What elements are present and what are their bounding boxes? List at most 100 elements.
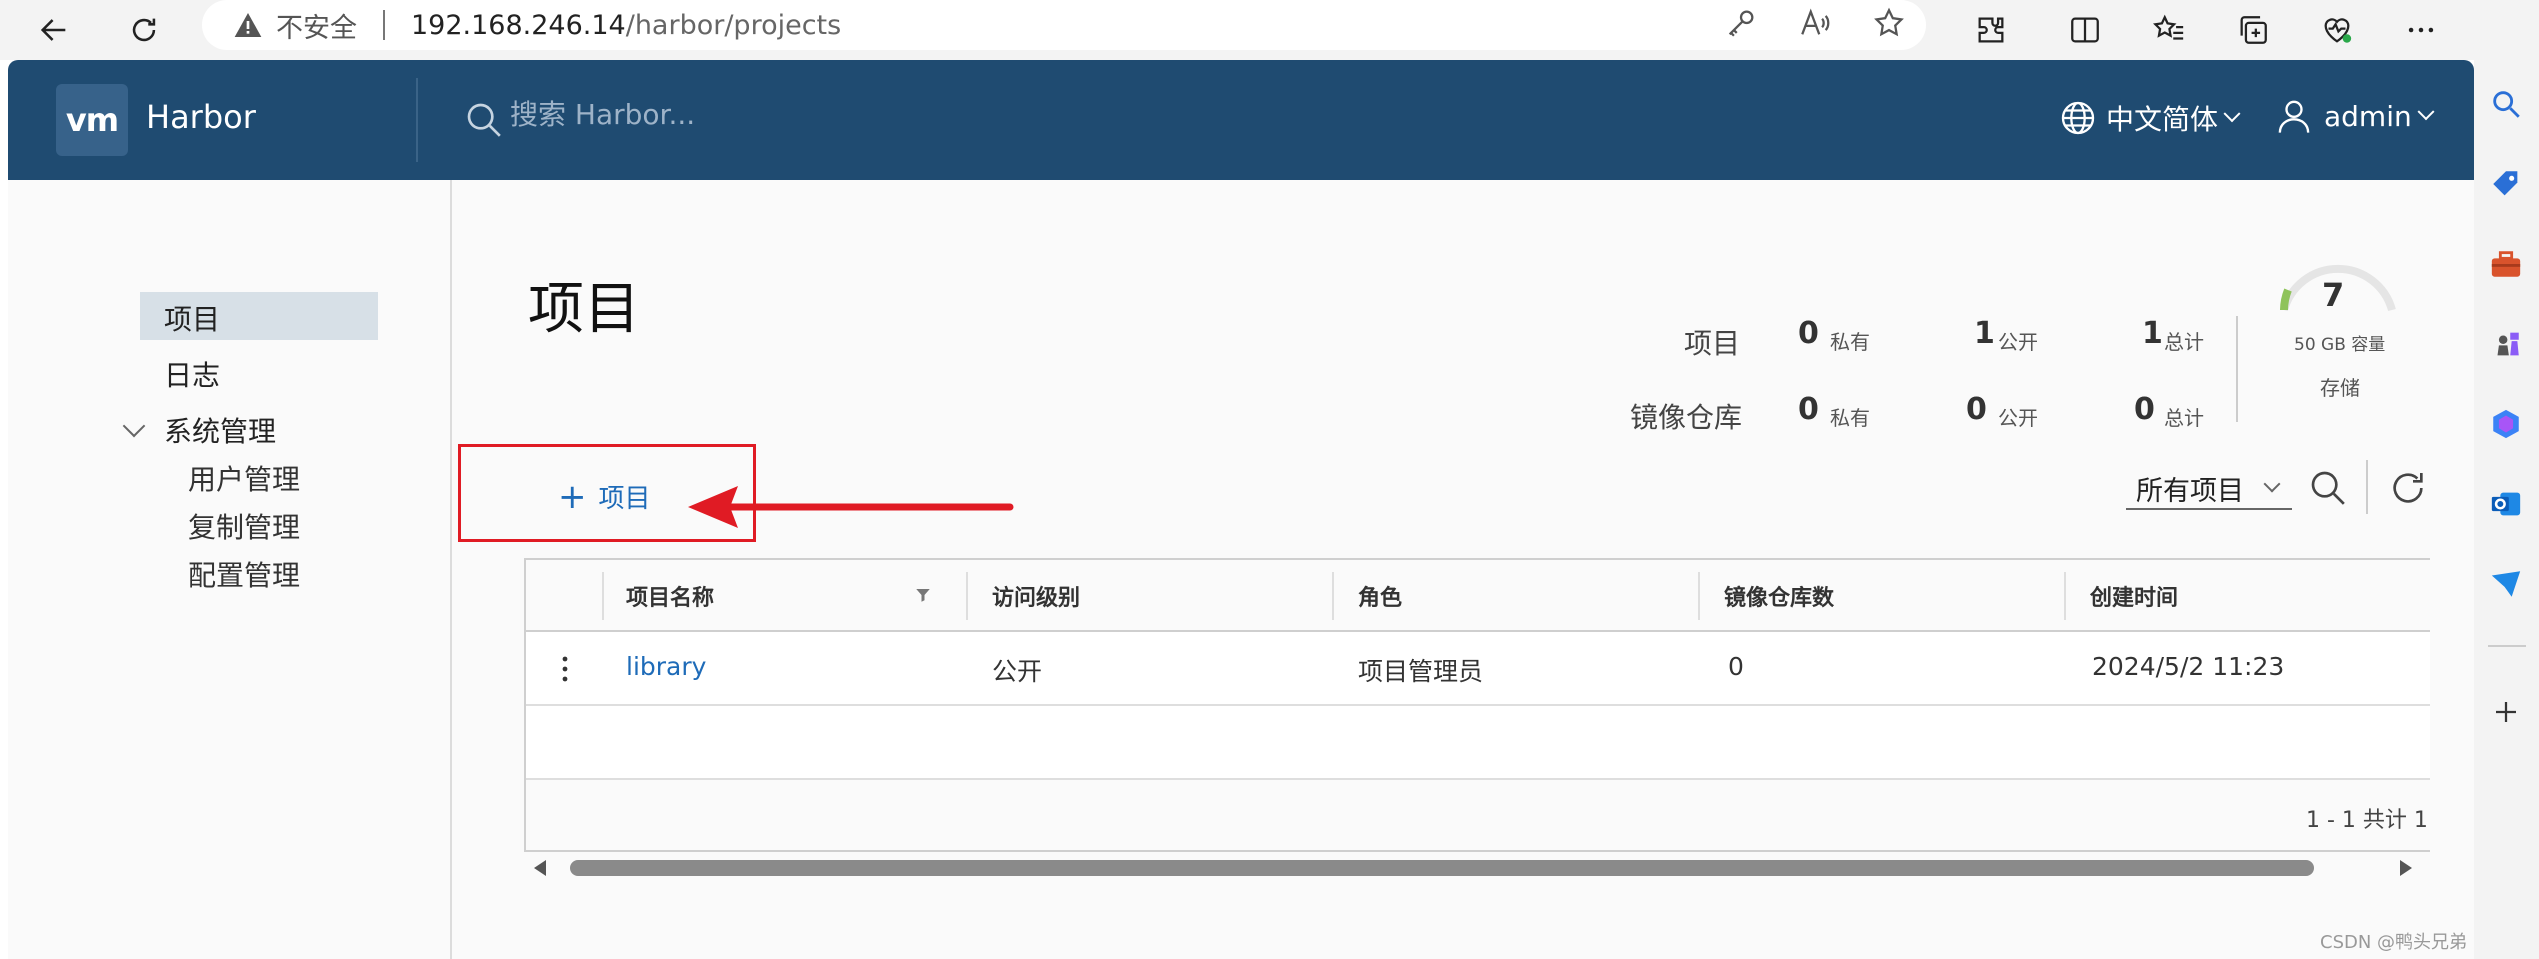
sidebar-tools-button[interactable] (2484, 242, 2528, 286)
key-icon[interactable] (1724, 6, 1758, 40)
project-filter-select[interactable]: 所有项目 (2126, 468, 2292, 510)
collections-icon (2240, 16, 2267, 44)
reload-icon (132, 18, 156, 42)
sidebar-item-users[interactable]: 用户管理 (188, 458, 300, 498)
app-name[interactable]: Harbor (146, 98, 256, 136)
column-header-name[interactable]: 项目名称 (626, 580, 714, 612)
vmware-logo[interactable]: vm (56, 84, 128, 156)
plus-icon: + (558, 476, 587, 517)
sidebar-add-button[interactable] (2484, 690, 2528, 734)
scroll-left-arrow-icon[interactable] (534, 860, 546, 876)
column-header-role[interactable]: 角色 (1358, 580, 1402, 612)
extensions-button[interactable] (1962, 4, 2020, 56)
favorite-star-icon[interactable] (1872, 6, 1906, 40)
scrollbar-thumb[interactable] (570, 860, 2314, 876)
split-screen-button[interactable] (2056, 4, 2114, 56)
sidebar-search-button[interactable] (2484, 82, 2528, 126)
repos-total-count: 0 (2134, 392, 2155, 427)
collections-button[interactable] (2224, 4, 2282, 56)
favorites-button[interactable] (2140, 4, 2198, 56)
url-text: 192.168.246.14/harbor/projects (411, 10, 841, 41)
sidebar-item-projects[interactable]: 项目 (140, 292, 378, 340)
reload-button[interactable] (118, 4, 170, 56)
chevron-down-icon (2223, 105, 2241, 123)
repo-count-cell: 0 (1728, 652, 1744, 681)
column-header-access[interactable]: 访问级别 (992, 580, 1080, 612)
search-icon (2493, 91, 2520, 118)
heart-pulse-icon (2324, 18, 2352, 43)
browser-essentials-button[interactable] (2308, 4, 2366, 56)
app-header: vm Harbor 中文简体 admin (8, 60, 2474, 180)
page-title: 项目 (528, 277, 640, 342)
table-row[interactable]: library 公开 项目管理员 0 2024/5/2 11:23 (526, 632, 2430, 706)
repos-private-count: 0 (1798, 392, 1819, 427)
horizontal-scrollbar[interactable] (534, 856, 2430, 880)
column-separator (1332, 572, 1334, 620)
total-unit: 总计 (2164, 406, 2204, 430)
username: admin (2324, 99, 2412, 133)
tag-icon (2493, 171, 2518, 196)
global-search-input[interactable] (510, 98, 910, 131)
total-unit: 总计 (2164, 330, 2204, 354)
refresh-icon[interactable] (2388, 468, 2428, 508)
favorites-list-icon (2153, 14, 2184, 40)
search-icon[interactable] (2308, 468, 2348, 508)
sidebar-outlook-button[interactable] (2484, 482, 2528, 526)
sidebar-item-administration[interactable]: 系统管理 (164, 410, 276, 450)
projects-total-count: 1 (2142, 316, 2163, 351)
stats-repos-label: 镜像仓库 (1630, 401, 1743, 434)
sidebar-copilot-button[interactable] (2484, 402, 2528, 446)
private-unit: 私有 (1830, 406, 1870, 430)
projects-table: 项目名称 访问级别 角色 镜像仓库数 创建时间 library 公开 项目管理员… (524, 558, 2430, 852)
language-label: 中文简体 (2106, 103, 2219, 136)
storage-quota-value: 7 (2322, 276, 2345, 314)
user-menu[interactable]: admin (2274, 96, 2435, 136)
browser-toolbar: 不安全 192.168.246.14/harbor/projects (0, 0, 2539, 60)
address-bar[interactable]: 不安全 192.168.246.14/harbor/projects (202, 0, 1926, 50)
projects-public-count: 1 (1974, 316, 1995, 351)
public-unit: 公开 (1998, 406, 2038, 430)
sidebar-item-configuration[interactable]: 配置管理 (188, 554, 300, 594)
search-icon (467, 103, 501, 137)
scroll-right-arrow-icon[interactable] (2400, 860, 2412, 876)
puzzle-icon (1978, 17, 2004, 43)
edge-sidebar (2474, 0, 2539, 959)
split-screen-icon (2071, 17, 2099, 43)
sidebar-games-button[interactable] (2484, 322, 2528, 366)
project-name-link[interactable]: library (626, 652, 706, 681)
pagination-summary: 1 - 1 共计 1 条 (2306, 808, 2430, 833)
private-unit: 私有 (1830, 330, 1870, 354)
language-selector[interactable]: 中文简体 (2058, 98, 2241, 138)
sidebar-shopping-button[interactable] (2484, 162, 2528, 206)
arrow-left-icon (40, 19, 66, 41)
url-host: 192.168.246.14 (411, 9, 626, 41)
annotation-arrow (688, 486, 1014, 528)
more-dots-icon (2408, 27, 2434, 33)
storage-label: 存储 (2320, 376, 2360, 400)
plus-icon (2496, 702, 2516, 722)
stats-projects-label: 项目 (1684, 327, 1741, 360)
filter-icon[interactable] (914, 586, 932, 604)
new-project-button[interactable]: + 项目 (558, 478, 651, 515)
row-actions-icon[interactable] (560, 654, 570, 684)
column-separator (2064, 572, 2066, 620)
new-project-label: 项目 (598, 484, 651, 514)
public-unit: 公开 (1998, 330, 2038, 354)
sidebar-item-logs[interactable]: 日志 (164, 354, 220, 394)
insecure-label: 不安全 (276, 12, 357, 44)
read-aloud-icon[interactable] (1798, 6, 1832, 40)
sidebar-item-replications[interactable]: 复制管理 (188, 506, 300, 546)
column-header-created[interactable]: 创建时间 (2090, 580, 2178, 612)
address-separator (383, 10, 385, 40)
back-button[interactable] (28, 4, 80, 56)
tool-divider (2366, 460, 2368, 514)
watermark: CSDN @鸭头兄弟 (2320, 932, 2468, 953)
url-path: /harbor/projects (625, 9, 842, 41)
sidebar-send-button[interactable] (2484, 562, 2528, 606)
stats-divider (2236, 316, 2238, 422)
address-actions (1724, 6, 1906, 40)
more-menu-button[interactable] (2392, 4, 2450, 56)
role-cell: 项目管理员 (1358, 657, 1484, 686)
column-header-repo-count[interactable]: 镜像仓库数 (1724, 580, 1834, 612)
created-time-cell: 2024/5/2 11:23 (2092, 652, 2285, 681)
